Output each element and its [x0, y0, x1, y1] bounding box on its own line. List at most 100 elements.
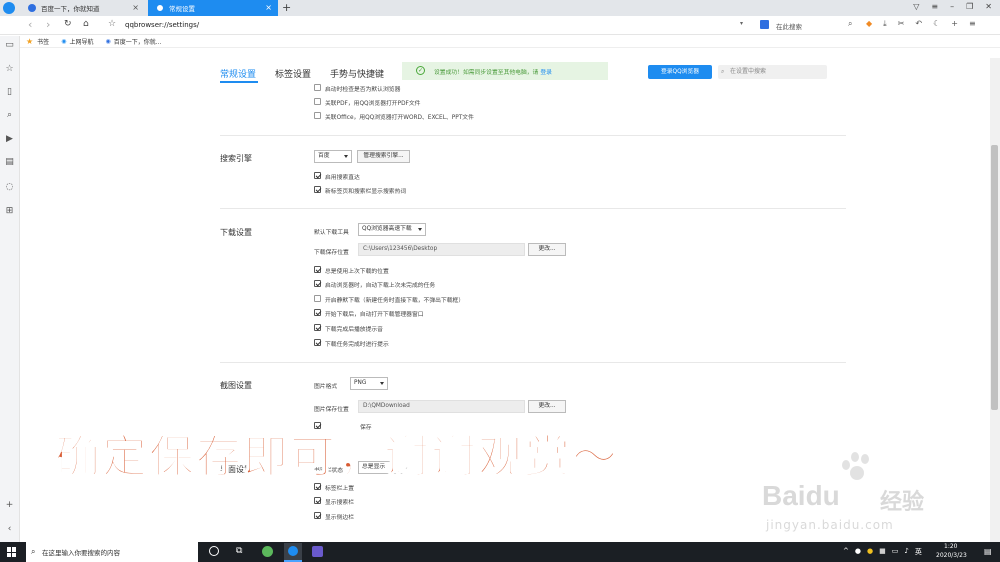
notice-login-link[interactable]: 登录 [540, 67, 552, 76]
search-field[interactable]: 在此搜索 [776, 21, 802, 31]
app-360-icon[interactable] [262, 546, 273, 557]
translate-icon[interactable]: ⊞ [4, 206, 15, 217]
qq-browser-logo-icon[interactable] [3, 2, 15, 14]
checkbox-label: 新标签页和搜索栏显示搜索热词 [325, 189, 407, 195]
watermark-brand: Baidu [762, 480, 840, 511]
checkbox-label: 关联Office，用QQ浏览器打开WORD、EXCEL、PPT文件 [325, 115, 474, 121]
divider [220, 362, 846, 363]
tab-baidu[interactable]: 百度一下，你就知道 × [20, 0, 145, 16]
checkbox[interactable] [314, 266, 321, 273]
login-qq-button[interactable]: 登录QQ浏览器 [648, 65, 712, 79]
new-tab-button[interactable]: + [282, 1, 291, 14]
menu-icon[interactable]: ≡ [931, 2, 938, 11]
bookmark-item[interactable]: 书签 [37, 37, 49, 46]
settings-search-input[interactable]: ⌕ 在设置中搜索 [718, 65, 827, 79]
overlay-caption: 确定保存即可，谢谢观赏～ [54, 429, 620, 484]
checkbox[interactable] [314, 112, 321, 119]
search-side-icon[interactable]: ⌕ [4, 110, 15, 121]
checkbox[interactable] [314, 339, 321, 346]
url-field[interactable]: qqbrowser://settings/ [125, 21, 199, 29]
login-button-label: 登录QQ浏览器 [660, 69, 700, 75]
scrollbar-thumb[interactable] [991, 145, 998, 410]
checkbox[interactable] [314, 309, 321, 316]
checkbox[interactable] [314, 324, 321, 331]
apps-icon[interactable]: ▤ [4, 157, 15, 168]
tray-app2-icon[interactable]: ■ [879, 547, 886, 557]
task-view-icon[interactable]: ⧉ [236, 546, 242, 556]
select-value: QQ浏览器高速下载 [362, 226, 412, 232]
change-download-path-button[interactable]: 更改... [528, 243, 566, 256]
mic-icon[interactable]: ● [855, 547, 861, 557]
scissors-icon[interactable]: ✂ [898, 19, 905, 29]
tray-arrow-icon[interactable]: ^ [843, 547, 849, 557]
checkbox[interactable] [314, 497, 321, 504]
bookmark-item[interactable]: 百度一下，你就... [114, 37, 162, 46]
volume-icon[interactable]: ♪ [904, 547, 908, 557]
undo-icon[interactable]: ↶ [915, 19, 922, 29]
add-icon[interactable]: + [951, 19, 958, 29]
watermark-url: jingyan.baidu.com [766, 518, 894, 532]
search-icon[interactable]: ⌕ [848, 19, 852, 29]
close-window-icon[interactable]: ✕ [985, 2, 992, 11]
tray-app-icon[interactable]: ● [867, 547, 873, 557]
chat-icon[interactable]: ◌ [4, 182, 15, 193]
forward-icon[interactable]: › [46, 18, 50, 31]
cortana-icon[interactable] [209, 546, 219, 556]
image-format-label: 图片格式 [314, 384, 338, 390]
select-value: PNG [354, 380, 367, 386]
checkbox[interactable] [314, 84, 321, 91]
note-icon[interactable]: ▭ [4, 40, 15, 51]
manage-search-engine-button[interactable]: 管理搜索引擎... [357, 150, 410, 163]
checkbox[interactable] [314, 98, 321, 105]
favorite-star-icon[interactable]: ☆ [108, 19, 116, 29]
favorites-icon[interactable]: ☆ [4, 64, 15, 75]
change-image-path-button[interactable]: 更改... [528, 400, 566, 413]
image-path-label: 图片保存位置 [314, 407, 349, 413]
refresh-icon[interactable]: ↻ [64, 19, 72, 29]
search-engine-icon[interactable] [760, 20, 769, 29]
clock-time[interactable]: 1:20 [944, 543, 957, 550]
video-icon[interactable]: ▶ [4, 134, 15, 145]
checkbox[interactable] [314, 512, 321, 519]
input-method[interactable]: 英 [915, 547, 922, 557]
search-engine-select[interactable]: 百度 [314, 150, 352, 163]
checkbox[interactable] [314, 186, 321, 193]
home-icon[interactable]: ⌂ [83, 19, 89, 29]
bookmark-star-icon: ★ [26, 37, 34, 46]
windows-start-icon[interactable] [7, 547, 17, 557]
minimize-icon[interactable]: – [950, 2, 954, 11]
close-tab-icon[interactable]: × [265, 3, 272, 12]
checkbox-label: 下载任务完成时进行提示 [325, 342, 389, 348]
url-dropdown-icon[interactable]: ▾ [740, 20, 743, 27]
image-format-select[interactable]: PNG [350, 377, 388, 390]
shirt-icon[interactable]: ▽ [913, 2, 919, 11]
restore-icon[interactable]: ❐ [966, 2, 973, 11]
sidebar-collapse-icon[interactable]: ‹ [4, 524, 15, 535]
checkbox[interactable] [314, 172, 321, 179]
bookmark-item[interactable]: 上网导航 [69, 37, 93, 46]
clock-date[interactable]: 2020/3/23 [936, 552, 967, 559]
network-icon[interactable]: ▭ [892, 547, 899, 557]
settings-search-icon: ⌕ [721, 68, 725, 75]
tab-gestures-shortcuts[interactable]: 手势与快捷键 [330, 67, 384, 80]
book-icon[interactable]: ▯ [4, 87, 15, 98]
notification-icon[interactable]: ▤ [984, 547, 992, 556]
tab-general-settings[interactable]: 常规设置 [220, 67, 256, 80]
back-icon[interactable]: ‹ [28, 18, 32, 31]
download-tool-select[interactable]: QQ浏览器高速下载 [358, 223, 426, 236]
taskbar-search-input[interactable]: ⌕ 在这里输入你要搜索的内容 [26, 542, 198, 562]
image-path-field: D:\QMDownload [358, 400, 525, 413]
app-purple-icon[interactable] [312, 546, 323, 557]
settings-header: 常规设置 标签设置 手势与快捷键 ✓ 设置成功！如需同步设置至其他电脑，请 登录… [20, 58, 992, 84]
game-icon[interactable]: ◆ [866, 19, 872, 29]
tab-settings[interactable]: 常规设置 × [148, 0, 278, 16]
download-icon[interactable]: ⤓ [883, 19, 887, 29]
more-menu-icon[interactable]: ≡ [969, 19, 976, 29]
tab-tab-settings[interactable]: 标签设置 [275, 67, 311, 80]
checkbox[interactable] [314, 280, 321, 287]
night-mode-icon[interactable]: ☾ [933, 19, 940, 29]
qq-browser-task-icon[interactable] [284, 543, 302, 562]
close-tab-icon[interactable]: × [132, 3, 139, 12]
sidebar-add-icon[interactable]: + [4, 500, 15, 511]
checkbox[interactable] [314, 295, 321, 302]
